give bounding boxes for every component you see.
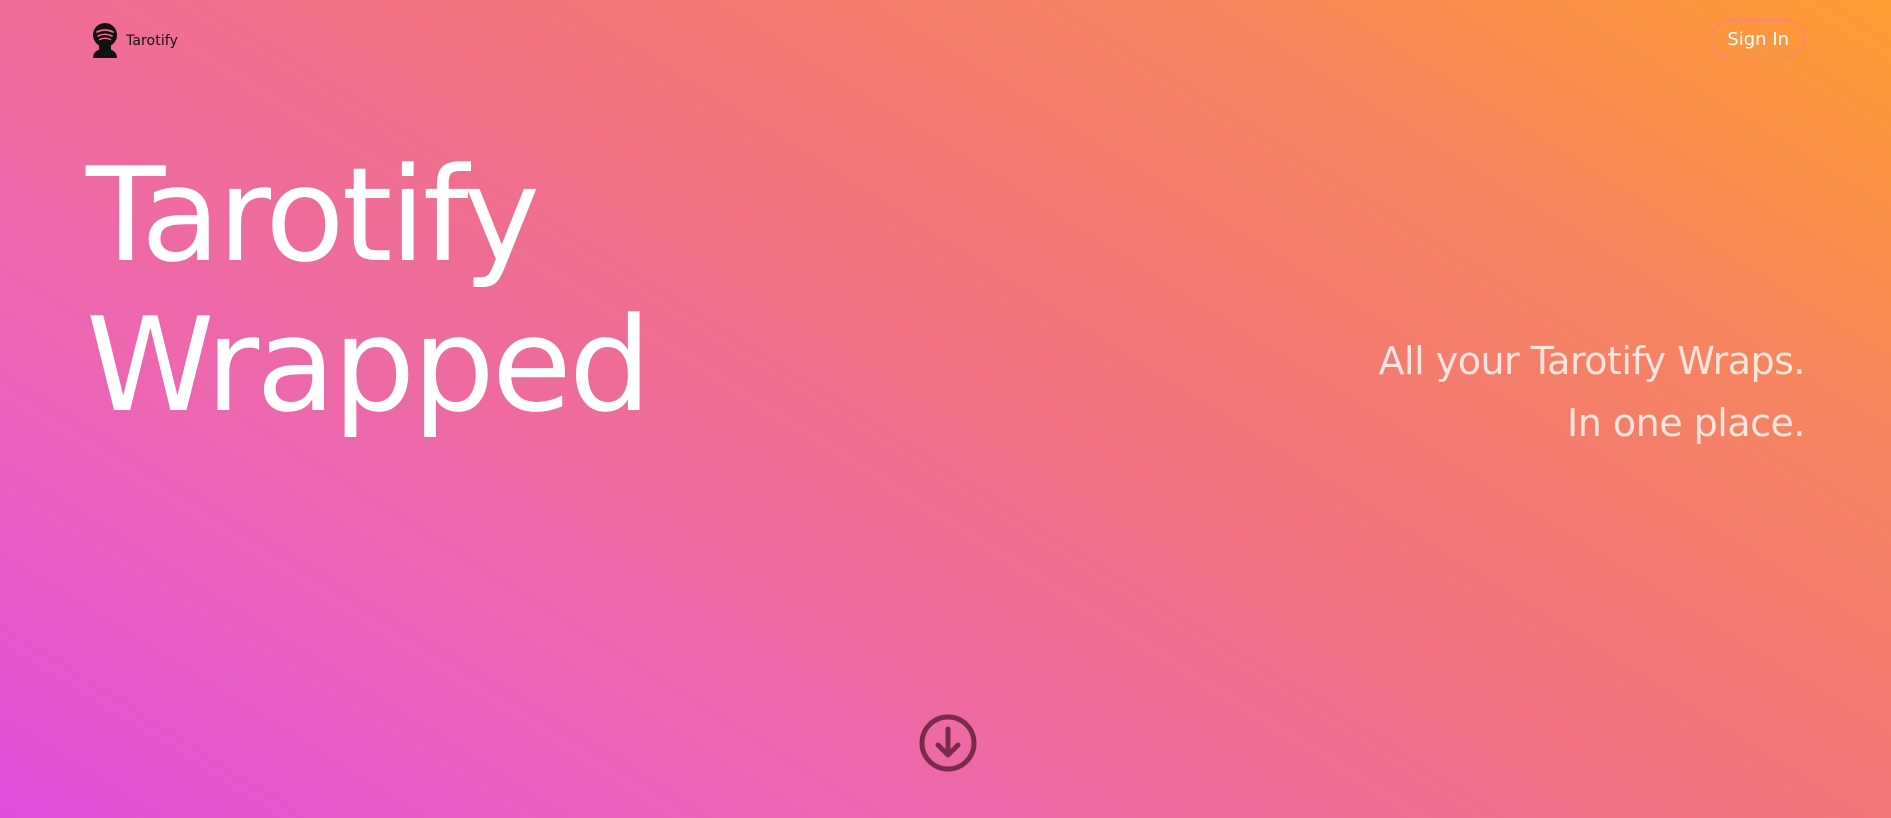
arrow-down-circle-icon bbox=[918, 713, 978, 773]
scroll-down-button[interactable] bbox=[918, 713, 978, 773]
hero-title: Tarotify Wrapped bbox=[86, 139, 651, 441]
brand-link[interactable]: Tarotify bbox=[90, 22, 178, 58]
tagline-line-1: All your Tarotify Wraps. bbox=[1378, 339, 1806, 383]
sign-in-button[interactable]: Sign In bbox=[1711, 20, 1805, 58]
brand-name: Tarotify bbox=[126, 33, 178, 49]
tagline: All your Tarotify Wraps. In one place. bbox=[1378, 330, 1806, 454]
tarotify-logo-icon bbox=[90, 22, 124, 58]
site-header: Tarotify Sign In bbox=[0, 0, 1891, 80]
hero-title-line-1: Tarotify bbox=[86, 139, 540, 291]
hero-title-line-2: Wrapped bbox=[86, 289, 651, 441]
landing-page: Tarotify Sign In Tarotify Wrapped All yo… bbox=[0, 0, 1891, 818]
tagline-line-2: In one place. bbox=[1567, 401, 1805, 445]
